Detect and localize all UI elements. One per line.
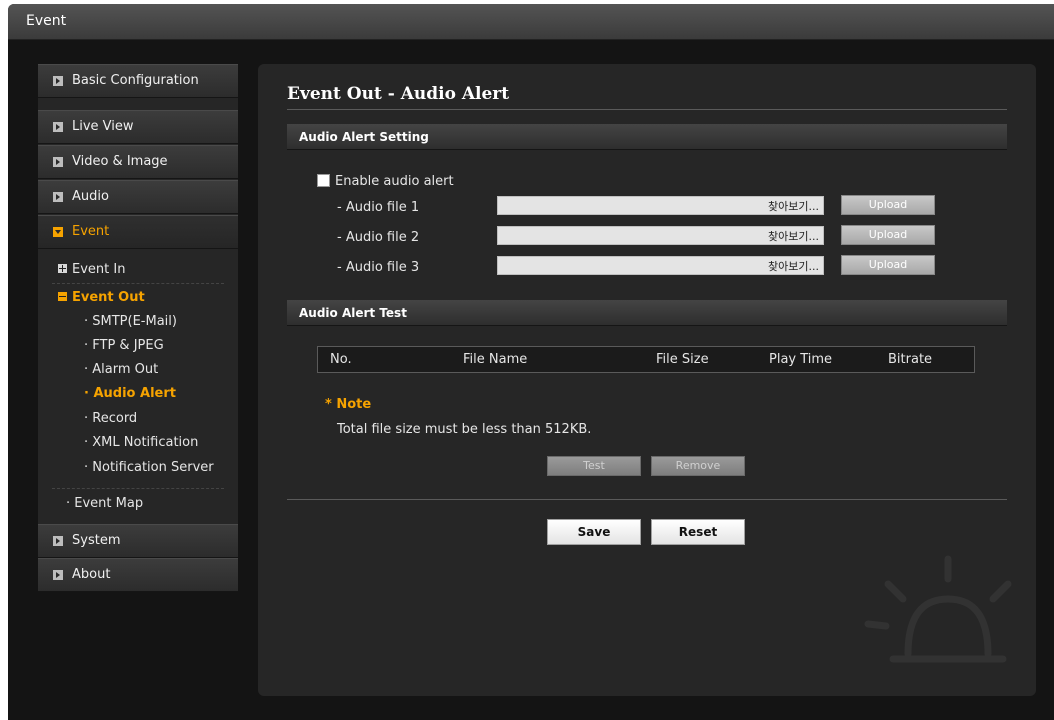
sidebar-subitem-event-in[interactable]: Event In (58, 262, 125, 277)
remove-button[interactable]: Remove (651, 456, 745, 476)
note-title: * Note (325, 397, 372, 412)
sidebar-leaf-smtp[interactable]: · SMTP(E-Mail) (84, 314, 177, 329)
audio-file-1-input[interactable]: 찾아보기... (497, 196, 824, 215)
alarm-bell-watermark-icon (864, 555, 1012, 663)
sidebar-leaf-label: Event Map (74, 496, 144, 511)
sidebar: Basic Configuration Live View Video & Im… (38, 64, 238, 592)
sidebar-leaf-label: FTP & JPEG (92, 338, 164, 353)
expand-arrow-icon (53, 157, 63, 167)
test-button[interactable]: Test (547, 456, 641, 476)
sidebar-item-video-image[interactable]: Video & Image (38, 145, 238, 179)
sidebar-leaf-xml-notification[interactable]: · XML Notification (84, 435, 198, 450)
window-title: Event (26, 13, 67, 29)
sidebar-leaf-label: XML Notification (92, 435, 199, 450)
sidebar-leaf-label: Audio Alert (93, 386, 176, 401)
collapse-minus-icon (58, 292, 67, 301)
expand-arrow-icon (53, 536, 63, 546)
sidebar-item-label: System (72, 533, 121, 548)
audio-file-2-input[interactable]: 찾아보기... (497, 226, 824, 245)
divider (287, 499, 1007, 500)
expand-arrow-icon (53, 192, 63, 202)
sidebar-leaf-label: Record (92, 411, 138, 426)
browse-button[interactable]: 찾아보기... (768, 198, 819, 214)
audio-file-1-label: - Audio file 1 (337, 200, 420, 215)
upload-button-1[interactable]: Upload (841, 195, 935, 215)
save-button[interactable]: Save (547, 519, 641, 545)
audio-file-table: No. File Name File Size Play Time Bitrat… (317, 346, 975, 373)
sidebar-subitem-label: Event In (72, 262, 126, 277)
reset-button[interactable]: Reset (651, 519, 745, 545)
audio-file-2-label: - Audio file 2 (337, 230, 420, 245)
expand-plus-icon (58, 264, 67, 273)
sidebar-leaf-label: Alarm Out (92, 362, 159, 377)
section-header-audio-alert-setting: Audio Alert Setting (287, 124, 1007, 150)
sidebar-item-label: Audio (72, 189, 109, 204)
sidebar-item-event[interactable]: Event (38, 215, 238, 249)
sidebar-leaf-ftp-jpeg[interactable]: · FTP & JPEG (84, 338, 164, 353)
note-text: Total file size must be less than 512KB. (337, 422, 592, 437)
sidebar-leaf-audio-alert[interactable]: · Audio Alert (84, 386, 176, 401)
column-header-play-time: Play Time (769, 352, 833, 367)
sidebar-item-about[interactable]: About (38, 558, 238, 592)
sidebar-subitem-event-out[interactable]: Event Out (58, 290, 145, 305)
sidebar-leaf-alarm-out[interactable]: · Alarm Out (84, 362, 158, 377)
column-header-file-name: File Name (463, 352, 528, 367)
sidebar-item-label: Live View (72, 119, 134, 134)
sidebar-item-label: About (72, 567, 111, 582)
expand-arrow-icon (53, 122, 63, 132)
browse-button[interactable]: 찾아보기... (768, 258, 819, 274)
divider (287, 109, 1007, 110)
main-panel: Event Out - Audio Alert Audio Alert Sett… (258, 64, 1036, 696)
column-header-file-size: File Size (656, 352, 709, 367)
title-bar: Event (8, 4, 1054, 40)
sidebar-leaf-record[interactable]: · Record (84, 411, 137, 426)
enable-audio-alert-checkbox[interactable] (317, 174, 330, 187)
page-title: Event Out - Audio Alert (287, 84, 510, 104)
divider (52, 283, 224, 284)
expand-arrow-icon (53, 76, 63, 86)
sidebar-item-audio[interactable]: Audio (38, 180, 238, 214)
sidebar-leaf-label: Notification Server (92, 460, 214, 475)
sidebar-item-label: Basic Configuration (72, 73, 199, 88)
expand-arrow-icon (53, 570, 63, 580)
sidebar-leaf-label: SMTP(E-Mail) (92, 314, 177, 329)
section-header-audio-alert-test: Audio Alert Test (287, 300, 1007, 326)
sidebar-item-label: Event (72, 224, 110, 239)
sidebar-leaf-notification-server[interactable]: · Notification Server (84, 460, 214, 475)
audio-file-3-input[interactable]: 찾아보기... (497, 256, 824, 275)
collapse-arrow-icon (53, 227, 63, 237)
column-header-bitrate: Bitrate (888, 352, 933, 367)
sidebar-subitem-label: Event Out (72, 290, 145, 305)
browse-button[interactable]: 찾아보기... (768, 228, 819, 244)
divider (52, 488, 224, 489)
sidebar-item-label: Video & Image (72, 154, 168, 169)
sidebar-item-system[interactable]: System (38, 524, 238, 558)
column-header-no: No. (330, 352, 352, 367)
app-window: Event Basic Configuration Live View Vide… (8, 4, 1054, 720)
upload-button-2[interactable]: Upload (841, 225, 935, 245)
audio-file-3-label: - Audio file 3 (337, 260, 420, 275)
upload-button-3[interactable]: Upload (841, 255, 935, 275)
sidebar-item-live-view[interactable]: Live View (38, 110, 238, 144)
sidebar-subitem-event-map[interactable]: · Event Map (66, 496, 143, 511)
sidebar-item-basic-configuration[interactable]: Basic Configuration (38, 64, 238, 98)
section-title: Audio Alert Test (299, 306, 407, 320)
section-title: Audio Alert Setting (299, 130, 429, 144)
enable-audio-alert-label: Enable audio alert (335, 174, 454, 189)
